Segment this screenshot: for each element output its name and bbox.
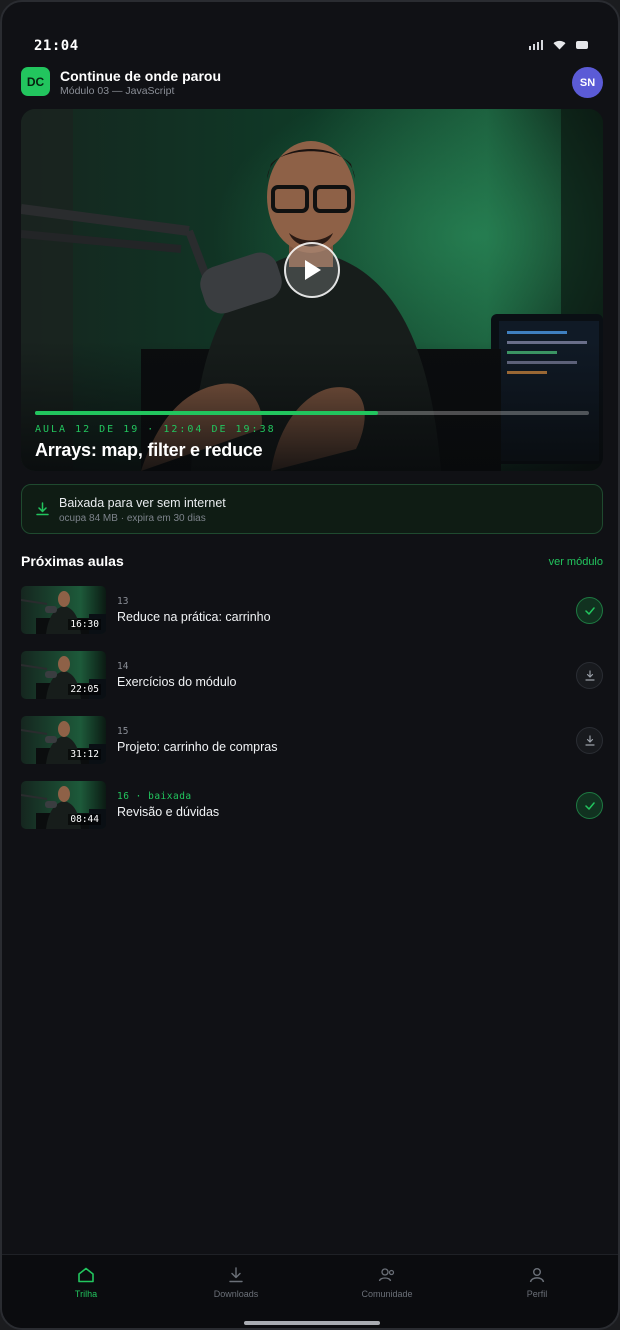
tab-label: Comunidade <box>361 1289 413 1299</box>
status-icons <box>529 40 588 50</box>
offline-detail: ocupa 84 MB · expira em 30 dias <box>59 513 206 524</box>
tab-label: Trilha <box>74 1289 98 1299</box>
lesson-thumbnail[interactable]: 31:12 <box>21 716 106 764</box>
download-button[interactable] <box>576 727 603 754</box>
video-progress-bar[interactable] <box>35 411 589 415</box>
lesson-number: 13 <box>117 596 129 607</box>
section-header: Próximas aulas ver módulo <box>21 553 603 571</box>
download-icon <box>584 735 595 746</box>
play-icon <box>305 260 321 280</box>
tab-label: Perfil <box>526 1289 548 1299</box>
download-icon <box>227 1267 245 1288</box>
lesson-name: Reduce na prática: carrinho <box>117 610 271 624</box>
play-button[interactable] <box>284 242 340 298</box>
header-subtitle: Módulo 03 — JavaScript <box>60 85 175 97</box>
lesson-row[interactable]: 16:30 13 Reduce na prática: carrinho <box>21 586 603 651</box>
lesson-number: 16 · baixada <box>117 791 192 802</box>
status-time: 21:04 <box>34 38 79 54</box>
tab-downloads[interactable]: Downloads <box>186 1267 286 1307</box>
lesson-meta: AULA 12 DE 19 · 12:04 DE 19:38 <box>35 424 276 435</box>
lesson-thumbnail[interactable]: 08:44 <box>21 781 106 829</box>
downloaded-check-button[interactable] <box>576 792 603 819</box>
offline-banner[interactable]: Baixada para ver sem internet ocupa 84 M… <box>21 484 603 534</box>
tab-label: Downloads <box>213 1289 259 1299</box>
lesson-row[interactable]: 31:12 15 Projeto: carrinho de compras <box>21 716 603 781</box>
lesson-duration: 08:44 <box>68 814 101 825</box>
lesson-name: Exercícios do módulo <box>117 675 237 689</box>
lesson-row[interactable]: 22:05 14 Exercícios do módulo <box>21 651 603 716</box>
signal-icon <box>529 40 543 50</box>
lesson-duration: 31:12 <box>68 749 101 760</box>
lesson-duration: 22:05 <box>68 684 101 695</box>
header-title: Continue de onde parou <box>60 68 221 84</box>
check-icon <box>584 606 595 615</box>
offline-title: Baixada para ver sem internet <box>59 496 226 510</box>
lesson-name: Projeto: carrinho de compras <box>117 740 278 754</box>
download-button[interactable] <box>576 662 603 689</box>
download-icon <box>36 502 49 516</box>
lesson-title: Arrays: map, filter e reduce <box>35 440 263 460</box>
tab-bar: Trilha Downloads Comunidade Perfil <box>2 1254 618 1328</box>
check-icon <box>584 801 595 810</box>
lesson-duration: 16:30 <box>68 619 101 630</box>
lesson-list: 16:30 13 Reduce na prática: carrinho 22:… <box>21 586 603 846</box>
home-indicator <box>244 1321 380 1325</box>
download-icon <box>584 670 595 681</box>
tab-trilha[interactable]: Trilha <box>36 1267 136 1307</box>
header: DC Continue de onde parou Módulo 03 — Ja… <box>21 66 603 98</box>
home-icon <box>77 1267 95 1288</box>
view-module-link[interactable]: ver módulo <box>549 556 603 568</box>
lesson-row[interactable]: 08:44 16 · baixada Revisão e dúvidas <box>21 781 603 846</box>
tab-perfil[interactable]: Perfil <box>487 1267 587 1307</box>
battery-icon <box>576 41 588 49</box>
phone-screen: 21:04 DC Continue de onde parou Módulo 0… <box>0 0 620 1330</box>
lesson-thumbnail[interactable]: 16:30 <box>21 586 106 634</box>
profile-icon <box>528 1267 546 1288</box>
video-progress-fill <box>35 411 379 415</box>
tab-comunidade[interactable]: Comunidade <box>337 1267 437 1307</box>
section-title: Próximas aulas <box>21 553 124 569</box>
status-bar: 21:04 <box>2 34 618 58</box>
lesson-thumbnail[interactable]: 22:05 <box>21 651 106 699</box>
wifi-icon <box>553 40 566 50</box>
lesson-name: Revisão e dúvidas <box>117 805 220 819</box>
downloaded-check-button[interactable] <box>576 597 603 624</box>
video-player[interactable]: AULA 12 DE 19 · 12:04 DE 19:38 Arrays: m… <box>21 109 603 471</box>
course-badge[interactable]: DC <box>21 67 50 96</box>
lesson-number: 14 <box>117 661 129 672</box>
community-icon <box>378 1267 396 1288</box>
avatar[interactable]: SN <box>572 67 603 98</box>
lesson-number: 15 <box>117 726 129 737</box>
